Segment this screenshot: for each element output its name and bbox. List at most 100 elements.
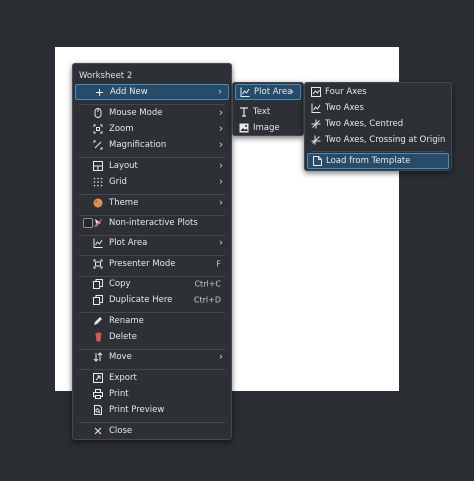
menu-item-label: Grid (109, 177, 127, 187)
shortcut-label: F (216, 259, 221, 269)
menu-item-label: Close (109, 426, 133, 436)
menu-item-non-interactive-plots[interactable]: Non-interactive Plots (75, 215, 229, 231)
submenu-item-text[interactable]: Text (235, 104, 301, 120)
print-preview-icon (93, 405, 103, 415)
text-icon (239, 107, 249, 117)
menu-item-print-preview[interactable]: Print Preview (75, 402, 229, 418)
presenter-icon (93, 259, 103, 269)
submenu-item-load-from-template[interactable]: Load from Template (307, 153, 449, 169)
menu-separator (311, 151, 445, 152)
menu-item-copy[interactable]: Copy Ctrl+C (75, 276, 229, 292)
menu-item-label: Export (109, 373, 137, 383)
menu-item-mouse-mode[interactable]: Mouse Mode › (75, 105, 229, 121)
menu-item-magnification[interactable]: Magnification › (75, 137, 229, 153)
pencil-icon (93, 316, 103, 326)
magnification-icon (93, 140, 103, 150)
menu-item-label: Magnification (109, 140, 167, 150)
plot-area-submenu: Four Axes Two Axes Two Axes, Centred Two… (304, 82, 452, 171)
menu-item-label: Image (253, 123, 280, 133)
grid-icon (93, 177, 103, 187)
menu-item-label: Presenter Mode (109, 259, 176, 269)
menu-item-theme[interactable]: Theme › (75, 195, 229, 211)
zoom-icon (93, 124, 103, 134)
menu-item-rename[interactable]: Rename (75, 313, 229, 329)
menu-item-label: Add New (110, 87, 148, 97)
two-axes-centred-icon (311, 119, 321, 129)
menu-item-add-new[interactable]: Add New › (75, 84, 229, 100)
chevron-right-icon: › (218, 86, 222, 98)
menu-item-label: Load from Template (326, 156, 411, 166)
trash-icon (93, 332, 103, 342)
menu-item-plot-area[interactable]: Plot Area › (75, 235, 229, 251)
two-axes-icon (311, 103, 321, 113)
duplicate-icon (93, 295, 103, 305)
plot-area-icon (240, 87, 250, 97)
move-icon (93, 352, 103, 362)
chevron-right-icon: › (219, 139, 223, 151)
worksheet-context-menu: Worksheet 2 Add New › Mouse Mode › Zoom … (72, 63, 232, 440)
menu-item-label: Layout (109, 161, 138, 171)
template-file-icon (312, 156, 322, 166)
chevron-right-icon: › (219, 237, 223, 249)
menu-item-label: Four Axes (325, 87, 367, 97)
plot-area-icon (93, 238, 103, 248)
chevron-right-icon: › (219, 107, 223, 119)
menu-item-label: Move (109, 352, 132, 362)
pointer-blocked-icon (93, 218, 103, 228)
four-axes-icon (311, 87, 321, 97)
menu-item-print[interactable]: Print (75, 386, 229, 402)
menu-item-move[interactable]: Move › (75, 349, 229, 365)
menu-item-label: Rename (109, 316, 144, 326)
submenu-item-two-axes-centred[interactable]: Two Axes, Centred (307, 116, 449, 132)
submenu-item-two-axes[interactable]: Two Axes (307, 100, 449, 116)
shortcut-label: Ctrl+C (194, 279, 221, 289)
menu-item-label: Theme (109, 198, 139, 208)
non-interactive-checkbox[interactable] (83, 218, 93, 228)
copy-icon (93, 279, 103, 289)
menu-item-label: Two Axes (325, 103, 364, 113)
menu-item-zoom[interactable]: Zoom › (75, 121, 229, 137)
menu-title: Worksheet 2 (79, 71, 133, 81)
submenu-item-two-axes-origin[interactable]: Two Axes, Crossing at Origin (307, 132, 449, 148)
menu-item-grid[interactable]: Grid › (75, 174, 229, 190)
menu-item-presenter-mode[interactable]: Presenter Mode F (75, 256, 229, 272)
chevron-right-icon: › (290, 86, 294, 98)
menu-item-label: Mouse Mode (109, 108, 163, 118)
mouse-icon (93, 108, 103, 118)
menu-item-label: Duplicate Here (109, 295, 173, 305)
submenu-item-image[interactable]: Image (235, 120, 301, 136)
submenu-item-four-axes[interactable]: Four Axes (307, 84, 449, 100)
export-icon (93, 373, 103, 383)
menu-item-layout[interactable]: Layout › (75, 158, 229, 174)
chevron-right-icon: › (219, 176, 223, 188)
menu-item-label: Text (253, 107, 271, 117)
image-icon (239, 123, 249, 133)
menu-item-duplicate-here[interactable]: Duplicate Here Ctrl+D (75, 292, 229, 308)
add-new-submenu: Plot Area › Text Image (232, 82, 304, 136)
menu-item-close[interactable]: Close (75, 423, 229, 439)
layout-icon (93, 161, 103, 171)
shortcut-label: Ctrl+D (193, 295, 221, 305)
palette-icon (93, 198, 103, 208)
menu-item-label: Non-interactive Plots (109, 218, 198, 228)
two-axes-origin-icon (311, 135, 321, 145)
menu-item-label: Plot Area (254, 87, 293, 97)
printer-icon (93, 389, 103, 399)
menu-item-label: Delete (109, 332, 137, 342)
menu-item-export[interactable]: Export (75, 370, 229, 386)
submenu-item-plot-area[interactable]: Plot Area › (235, 84, 301, 100)
menu-item-label: Print Preview (109, 405, 165, 415)
close-icon (93, 426, 103, 436)
chevron-right-icon: › (219, 351, 223, 363)
chevron-right-icon: › (219, 160, 223, 172)
chevron-right-icon: › (219, 123, 223, 135)
menu-item-label: Zoom (109, 124, 134, 134)
menu-item-delete[interactable]: Delete (75, 329, 229, 345)
menu-item-label: Plot Area (109, 238, 148, 248)
chevron-right-icon: › (219, 197, 223, 209)
menu-item-label: Two Axes, Crossing at Origin (325, 135, 446, 145)
menu-item-label: Two Axes, Centred (325, 119, 404, 129)
menu-item-label: Print (109, 389, 129, 399)
menu-item-label: Copy (109, 279, 131, 289)
plus-icon (94, 87, 104, 97)
